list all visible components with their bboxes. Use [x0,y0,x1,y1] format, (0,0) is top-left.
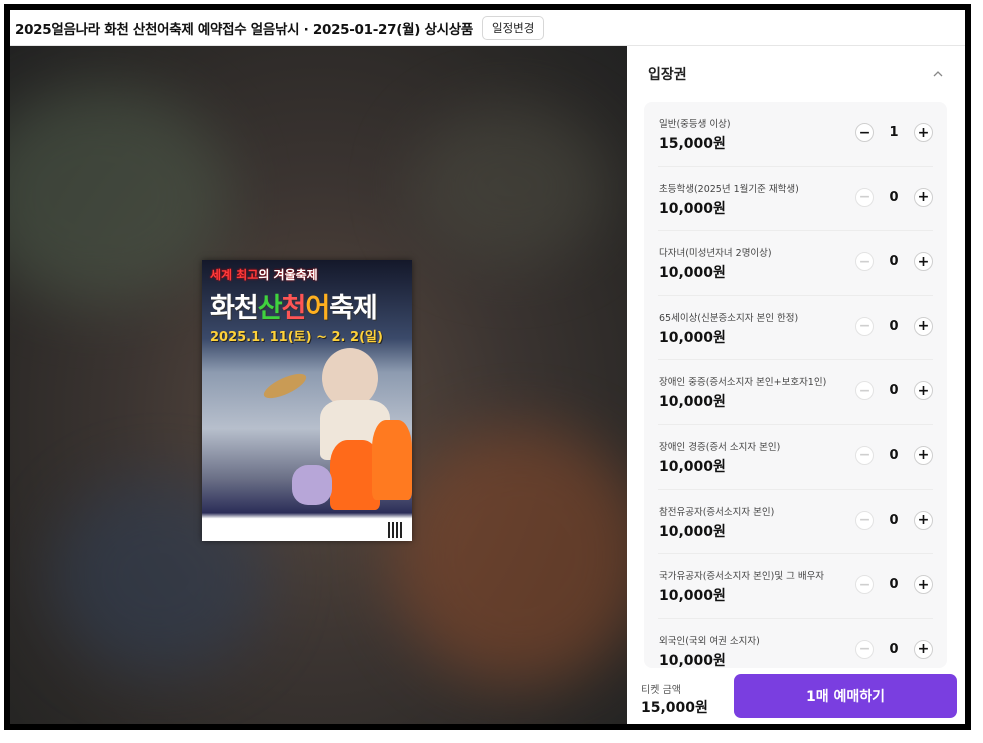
decrease-button[interactable]: − [855,445,874,465]
ticket-row: 다자녀(미성년자녀 2명이상) 10,000원 −0 + [658,231,933,296]
ticket-label: 외국인(국외 여권 소지자) [659,635,760,647]
increase-button[interactable]: + [914,123,933,142]
ticket-section-header[interactable]: 입장권 [627,46,965,102]
quantity-stepper: −0 + [855,381,933,401]
ticket-row: 외국인(국외 여권 소지자) 10,000원 −0 + [658,619,933,668]
quantity-value: 0 [889,254,899,270]
ticket-price: 10,000원 [659,394,726,411]
quantity-stepper: −0 + [855,316,933,336]
quantity-stepper: −0 + [855,510,933,530]
increase-button[interactable]: + [914,575,933,595]
poster-footer [202,519,412,541]
total-label: 티켓 금액 [641,685,681,696]
quantity-value: 0 [889,447,899,463]
decrease-button[interactable]: − [855,187,874,207]
ticket-label: 장애인 경증(증서 소지자 본인) [659,441,781,453]
ticket-price: 10,000원 [659,265,726,282]
ticket-price: 10,000원 [659,588,726,605]
poster-title: 화천산천어축제 [210,293,378,324]
quantity-stepper: −0 + [855,639,933,659]
ticket-price: 10,000원 [659,523,726,540]
ticket-row: 초등학생(2025년 1월기준 재학생) 10,000원 −0 + [658,167,933,232]
quantity-value: 1 [889,125,899,140]
chevron-up-icon[interactable] [933,69,943,79]
ticket-price: 10,000원 [659,652,726,668]
increase-button[interactable]: + [914,316,933,336]
ticket-price: 10,000원 [659,458,726,475]
quantity-value: 0 [889,383,899,399]
ticket-label: 다자녀(미성년자녀 2명이상) [659,248,772,260]
ticket-row: 참전유공자(증서소지자 본인) 10,000원 −0 + [658,490,933,555]
ticket-row: 장애인 경증(증서 소지자 본인) 10,000원 −0 + [658,425,933,490]
ticket-row: 장애인 중증(증서소지자 본인+보호자1인) 10,000원 −0 + [658,360,933,425]
qr-code-icon [388,522,404,538]
ticket-row: 일반(중등생 이상) 15,000원 −1 + [658,102,933,167]
decrease-button[interactable]: − [855,381,874,401]
section-title: 입장권 [648,67,687,83]
increase-button[interactable]: + [914,510,933,530]
decrease-button[interactable]: − [855,639,874,659]
ticket-row: 65세이상(신분증소지자 본인 한정) 10,000원 −0 + [658,296,933,361]
booking-page: 2025얼음나라 화천 산천어축제 예약접수 얼음낚시 · 2025-01-27… [10,10,965,724]
quantity-value: 0 [889,512,899,528]
quantity-stepper: −0 + [855,445,933,465]
ticket-panel: 입장권 일반(중등생 이상) 15,000원 −1 + 초등학생(2025년 1월기준 … [627,46,965,724]
increase-button[interactable]: + [914,187,933,207]
ticket-label: 장애인 중증(증서소지자 본인+보호자1인) [659,377,827,389]
ticket-price: 15,000원 [659,136,726,152]
increase-button[interactable]: + [914,445,933,465]
poster-backdrop: 세계 최고의 겨울축제 화천산천어축제 2025.1. 11(토) ~ 2. 2… [10,46,627,724]
quantity-stepper: −0 + [855,575,933,595]
quantity-value: 0 [889,189,899,205]
ticket-label: 국가유공자(증서소지자 본인)및 그 배우자 [659,571,825,583]
increase-button[interactable]: + [914,252,933,272]
poster-line1: 세계 최고의 겨울축제 [210,268,318,282]
book-button[interactable]: 1매 예매하기 [734,674,957,718]
increase-button[interactable]: + [914,381,933,401]
total-value: 15,000원 [641,700,708,716]
quantity-value: 0 [889,318,899,334]
ticket-label: 일반(중등생 이상) [659,119,731,130]
quantity-stepper: −1 + [855,123,933,142]
quantity-stepper: −0 + [855,252,933,272]
ticket-price: 10,000원 [659,329,726,346]
increase-button[interactable]: + [914,639,933,659]
poster-dates: 2025.1. 11(토) ~ 2. 2(일) [210,330,383,345]
decrease-button[interactable]: − [855,123,874,142]
decrease-button[interactable]: − [855,252,874,272]
ticket-list: 일반(중등생 이상) 15,000원 −1 + 초등학생(2025년 1월기준 재학생)… [644,102,947,668]
quantity-value: 0 [889,641,899,657]
change-schedule-button[interactable]: 일정변경 [481,15,545,40]
page-title: 2025얼음나라 화천 산천어축제 예약접수 얼음낚시 · 2025-01-27… [15,21,473,38]
order-footer: 티켓 금액 15,000원 1매 예매하기 [627,668,965,724]
decrease-button[interactable]: − [855,575,874,595]
decrease-button[interactable]: − [855,510,874,530]
window-frame: 2025얼음나라 화천 산천어축제 예약접수 얼음낚시 · 2025-01-27… [4,4,971,730]
decrease-button[interactable]: − [855,316,874,336]
ticket-label: 참전유공자(증서소지자 본인) [659,506,775,518]
ticket-label: 65세이상(신분증소지자 본인 한정) [659,312,799,324]
ticket-row: 국가유공자(증서소지자 본인)및 그 배우자 10,000원 −0 + [658,554,933,619]
ticket-price: 10,000원 [659,200,726,217]
ticket-label: 초등학생(2025년 1월기준 재학생) [659,183,799,195]
quantity-stepper: −0 + [855,187,933,207]
festival-poster-image: 세계 최고의 겨울축제 화천산천어축제 2025.1. 11(토) ~ 2. 2… [202,260,412,541]
page-header: 2025얼음나라 화천 산천어축제 예약접수 얼음낚시 · 2025-01-27… [10,10,965,46]
quantity-value: 0 [889,577,899,593]
